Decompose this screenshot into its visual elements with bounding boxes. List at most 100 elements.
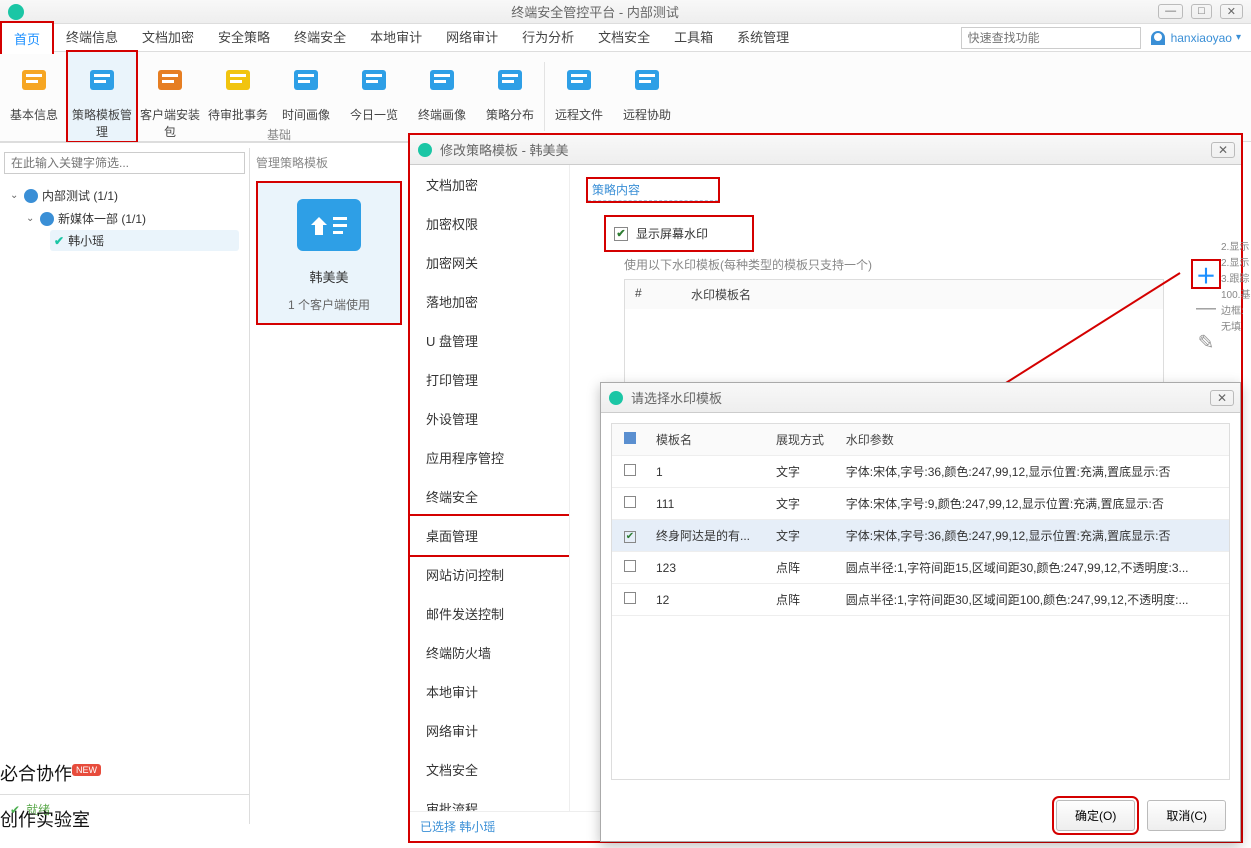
- new-badge: NEW: [72, 764, 101, 776]
- section-title: 策略内容: [588, 179, 718, 201]
- row-checkbox[interactable]: [624, 560, 636, 572]
- ribbon-label: 基本信息: [0, 106, 68, 123]
- tree-toggle-icon[interactable]: ⌄: [26, 213, 36, 224]
- menu-tab-5[interactable]: 本地审计: [358, 21, 434, 54]
- checkbox-icon: ✔: [614, 227, 628, 241]
- tree-child-label: 新媒体一部 (1/1): [58, 210, 146, 227]
- table-row[interactable]: 123点阵圆点半径:1,字符间距15,区域间距30,颜色:247,99,12,不…: [612, 552, 1229, 584]
- row-checkbox[interactable]: [624, 464, 636, 476]
- user-menu[interactable]: hanxiaoyao ▾: [1151, 31, 1241, 45]
- col-template-name: 水印模板名: [691, 286, 751, 303]
- category-item[interactable]: 外设管理: [410, 399, 569, 438]
- category-item[interactable]: 打印管理: [410, 360, 569, 399]
- add-watermark-button[interactable]: ＋: [1193, 261, 1219, 287]
- menu-bar: 首页终端信息文档加密安全策略终端安全本地审计网络审计行为分析文档安全工具箱系统管…: [0, 24, 1251, 52]
- cancel-button[interactable]: 取消(C): [1147, 800, 1226, 831]
- tree-panel: ⌄ 内部测试 (1/1) ⌄ 新媒体一部 (1/1) ✔ 韩小瑶 就绪: [0, 148, 250, 824]
- category-item[interactable]: 落地加密: [410, 282, 569, 321]
- category-item[interactable]: U 盘管理: [410, 321, 569, 360]
- ribbon-label: 时间画像: [272, 106, 340, 123]
- cell-name: 终身阿达是的有...: [648, 520, 768, 552]
- col-mode[interactable]: 展现方式: [768, 424, 838, 456]
- dialog-icon: [609, 391, 623, 405]
- tree-leaf-label: 韩小瑶: [68, 232, 104, 249]
- dialog-close-button[interactable]: ✕: [1211, 142, 1235, 158]
- category-item[interactable]: 桌面管理: [410, 516, 569, 555]
- dialog2-title: 请选择水印模板: [631, 388, 722, 407]
- category-item[interactable]: 加密网关: [410, 243, 569, 282]
- menu-tab-9[interactable]: 工具箱: [662, 21, 725, 54]
- row-checkbox[interactable]: ✔: [624, 531, 636, 543]
- ribbon-label: 远程协助: [613, 106, 681, 123]
- show-watermark-checkbox[interactable]: ✔ 显示屏幕水印: [606, 217, 752, 250]
- user-icon: [1151, 31, 1165, 45]
- menu-tab-10[interactable]: 系统管理: [725, 21, 801, 54]
- tree-root-label: 内部测试 (1/1): [42, 187, 118, 204]
- tree-leaf-selected[interactable]: ✔ 韩小瑶: [50, 230, 239, 251]
- category-item[interactable]: 文档安全: [410, 750, 569, 789]
- col-name[interactable]: 模板名: [648, 424, 768, 456]
- dialog-titlebar[interactable]: 修改策略模板 - 韩美美 ✕: [410, 135, 1241, 165]
- menu-tab-8[interactable]: 文档安全: [586, 21, 662, 54]
- group-icon: [24, 189, 38, 203]
- table-row[interactable]: 1文字字体:宋体,字号:36,颜色:247,99,12,显示位置:充满,置底显示…: [612, 456, 1229, 488]
- header-checkbox-icon: [624, 432, 636, 444]
- window-title: 终端安全管控平台 - 内部测试: [32, 2, 1158, 21]
- check-icon: ✔: [54, 234, 64, 248]
- category-item[interactable]: 终端安全: [410, 477, 569, 516]
- category-item[interactable]: 应用程序管控: [410, 438, 569, 477]
- menu-tab-3[interactable]: 安全策略: [206, 21, 282, 54]
- category-item[interactable]: 网站访问控制: [410, 555, 569, 594]
- select-watermark-dialog: 请选择水印模板 ✕ 模板名 展现方式 水印参数 1文字字体:宋体,字号:36,颜…: [600, 382, 1241, 842]
- col-check[interactable]: [612, 424, 648, 456]
- category-item[interactable]: 终端防火墙: [410, 633, 569, 672]
- cell-params: 字体:宋体,字号:9,颜色:247,99,12,显示位置:充满,置底显示:否: [838, 488, 1229, 520]
- category-list: 文档加密加密权限加密网关落地加密U 盘管理打印管理外设管理应用程序管控终端安全桌…: [410, 165, 570, 811]
- table-row[interactable]: 12点阵圆点半径:1,字符间距30,区域间距100,颜色:247,99,12,不…: [612, 584, 1229, 616]
- cell-params: 字体:宋体,字号:36,颜色:247,99,12,显示位置:充满,置底显示:否: [838, 520, 1229, 552]
- maximize-button[interactable]: □: [1191, 4, 1212, 19]
- tree-root[interactable]: ⌄ 内部测试 (1/1): [10, 184, 239, 207]
- cell-mode: 文字: [768, 456, 838, 488]
- template-panel: 管理策略模板 韩美美 1 个客户端使用: [250, 148, 408, 824]
- cell-params: 圆点半径:1,字符间距30,区域间距100,颜色:247,99,12,不透明度:…: [838, 584, 1229, 616]
- close-button[interactable]: ✕: [1220, 4, 1243, 19]
- dialog2-close-button[interactable]: ✕: [1210, 390, 1234, 406]
- tree-toggle-icon[interactable]: ⌄: [10, 190, 20, 201]
- category-item[interactable]: 审批流程: [410, 789, 569, 811]
- template-card[interactable]: 韩美美 1 个客户端使用: [256, 181, 402, 325]
- category-item[interactable]: 网络审计: [410, 711, 569, 750]
- menu-tab-0[interactable]: 首页: [0, 21, 54, 54]
- ribbon-label: 待审批事务: [204, 106, 272, 123]
- ribbon-icon: [220, 62, 256, 98]
- category-item[interactable]: 本地审计: [410, 672, 569, 711]
- peek-list: 2.显示2.显示3.跟踪100.基边框:无填: [1221, 240, 1251, 336]
- tree-filter-input[interactable]: [4, 152, 245, 174]
- minimize-button[interactable]: —: [1158, 4, 1183, 19]
- tree-child[interactable]: ⌄ 新媒体一部 (1/1): [26, 207, 239, 230]
- template-card-sub: 1 个客户端使用: [266, 296, 392, 313]
- ribbon-9[interactable]: 远程协助: [613, 52, 681, 141]
- table-row[interactable]: ✔终身阿达是的有...文字字体:宋体,字号:36,颜色:247,99,12,显示…: [612, 520, 1229, 552]
- ok-button[interactable]: 确定(O): [1056, 800, 1135, 831]
- edit-watermark-button[interactable]: ✎: [1193, 329, 1219, 355]
- row-checkbox[interactable]: [624, 592, 636, 604]
- category-item[interactable]: 文档加密: [410, 165, 569, 204]
- row-checkbox[interactable]: [624, 496, 636, 508]
- remove-watermark-button[interactable]: —: [1193, 295, 1219, 321]
- col-params[interactable]: 水印参数: [838, 424, 1229, 456]
- menu-tab-7[interactable]: 行为分析: [510, 21, 586, 54]
- menu-tab-6[interactable]: 网络审计: [434, 21, 510, 54]
- category-item[interactable]: 邮件发送控制: [410, 594, 569, 633]
- cell-mode: 文字: [768, 488, 838, 520]
- category-item[interactable]: 加密权限: [410, 204, 569, 243]
- menu-tab-4[interactable]: 终端安全: [282, 21, 358, 54]
- dialog2-titlebar[interactable]: 请选择水印模板 ✕: [601, 383, 1240, 413]
- table-row[interactable]: 111文字字体:宋体,字号:9,颜色:247,99,12,显示位置:充满,置底显…: [612, 488, 1229, 520]
- external-annotation: 必合协作NEW 创作实验室: [0, 760, 101, 832]
- menu-tab-2[interactable]: 文档加密: [130, 21, 206, 54]
- global-search-input[interactable]: [961, 27, 1141, 49]
- chevron-down-icon: ▾: [1236, 32, 1241, 43]
- menu-tab-1[interactable]: 终端信息: [54, 21, 130, 54]
- ribbon-icon: [629, 62, 665, 98]
